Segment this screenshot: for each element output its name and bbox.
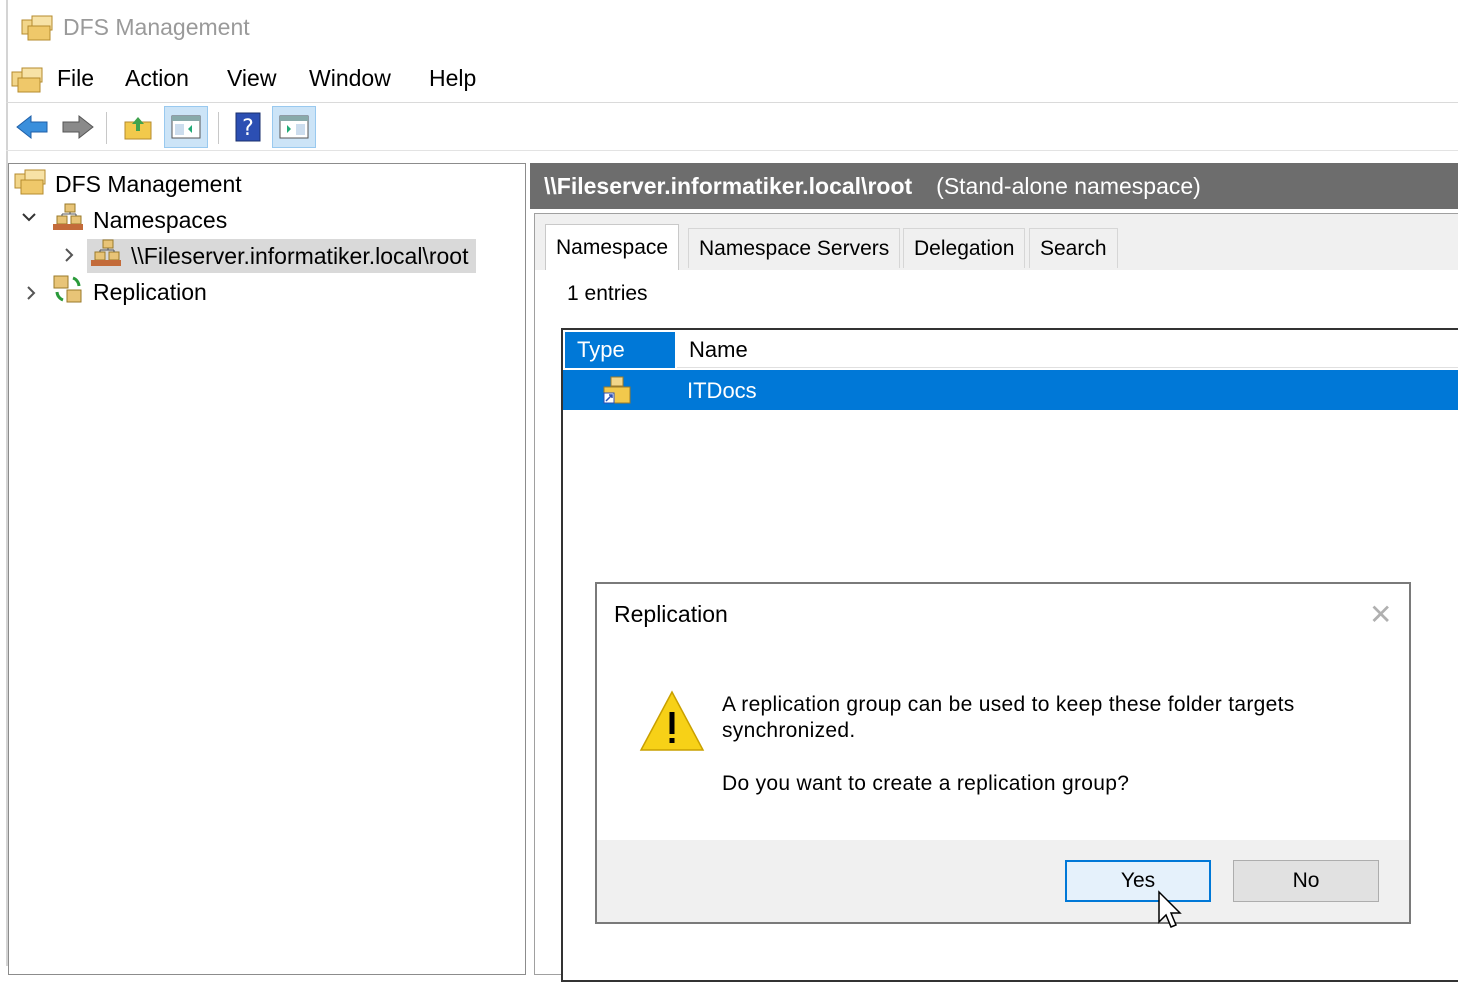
tree-item-namespace-root[interactable]: \\Fileserver.informatiker.local\root <box>87 238 477 274</box>
tab-strip: Namespace Namespace Servers Delegation S… <box>535 214 1458 270</box>
forward-arrow-icon[interactable] <box>56 106 100 148</box>
chevron-right-icon[interactable] <box>61 247 77 268</box>
dialog-question: Do you want to create a replication grou… <box>722 772 1130 795</box>
tab-namespace-servers[interactable]: Namespace Servers <box>688 228 901 268</box>
tree-label: Replication <box>93 278 207 305</box>
tree-label: \\Fileserver.informatiker.local\root <box>131 242 469 269</box>
mouse-cursor-icon <box>1157 890 1183 935</box>
tree-label: DFS Management <box>55 170 242 197</box>
show-hide-console-tree-icon[interactable] <box>164 106 208 148</box>
toolbar: ? <box>6 104 1458 151</box>
chevron-down-icon[interactable] <box>21 209 37 230</box>
namespace-root-icon <box>89 238 123 274</box>
back-arrow-icon[interactable] <box>10 106 54 148</box>
menu-bar: File Action View Window Help <box>6 60 1458 103</box>
row-name: ITDocs <box>687 378 757 403</box>
tab-delegation[interactable]: Delegation <box>903 228 1026 268</box>
dialog-title: Replication <box>614 601 728 627</box>
system-menu-icon[interactable] <box>10 64 44 99</box>
warning-icon <box>639 690 705 757</box>
details-header-type: (Stand-alone namespace) <box>936 172 1201 199</box>
svg-text:?: ? <box>242 116 254 141</box>
menu-action[interactable]: Action <box>125 65 189 92</box>
details-header: \\Fileserver.informatiker.local\root (St… <box>530 163 1458 209</box>
namespaces-icon <box>51 202 85 238</box>
title-bar: DFS Management <box>0 0 1458 56</box>
tree-item-replication[interactable]: Replication <box>51 275 207 309</box>
dialog-button-bar: Yes No <box>597 840 1409 922</box>
show-hide-action-pane-icon[interactable] <box>272 106 316 148</box>
replication-icon <box>51 272 85 312</box>
folder-link-icon <box>601 375 633 411</box>
dfs-management-icon <box>13 166 47 202</box>
menu-file[interactable]: File <box>57 65 94 92</box>
column-header-type[interactable]: Type <box>565 332 675 368</box>
tree-item-namespaces[interactable]: Namespaces <box>51 203 227 237</box>
no-button[interactable]: No <box>1233 860 1379 902</box>
help-icon[interactable]: ? <box>226 106 270 148</box>
window-title: DFS Management <box>63 14 250 40</box>
details-header-path: \\Fileserver.informatiker.local\root <box>544 172 913 199</box>
menu-window[interactable]: Window <box>309 65 391 92</box>
entries-count: 1 entries <box>567 282 648 305</box>
column-header-name[interactable]: Name <box>677 332 1458 368</box>
close-icon[interactable]: ✕ <box>1369 598 1392 631</box>
table-row[interactable]: ITDocs <box>563 370 1458 410</box>
toolbar-separator <box>106 112 107 144</box>
tree-label: Namespaces <box>93 206 228 233</box>
tree-item-dfs-management[interactable]: DFS Management <box>13 167 242 201</box>
tab-namespace[interactable]: Namespace <box>545 224 680 270</box>
chevron-right-icon[interactable] <box>23 285 39 306</box>
replication-dialog: Replication ✕ A replication group can be… <box>595 582 1411 924</box>
menu-view[interactable]: View <box>227 65 276 92</box>
console-tree: DFS Management Namespaces \\Fileserver.i… <box>8 163 526 975</box>
dfs-app-icon <box>20 12 54 47</box>
toolbar-separator <box>218 112 219 144</box>
yes-button[interactable]: Yes <box>1065 860 1211 902</box>
dialog-message: A replication group can be used to keep … <box>722 693 1295 742</box>
menu-help[interactable]: Help <box>429 65 476 92</box>
up-folder-icon[interactable] <box>116 106 160 148</box>
tab-search[interactable]: Search <box>1029 228 1118 268</box>
